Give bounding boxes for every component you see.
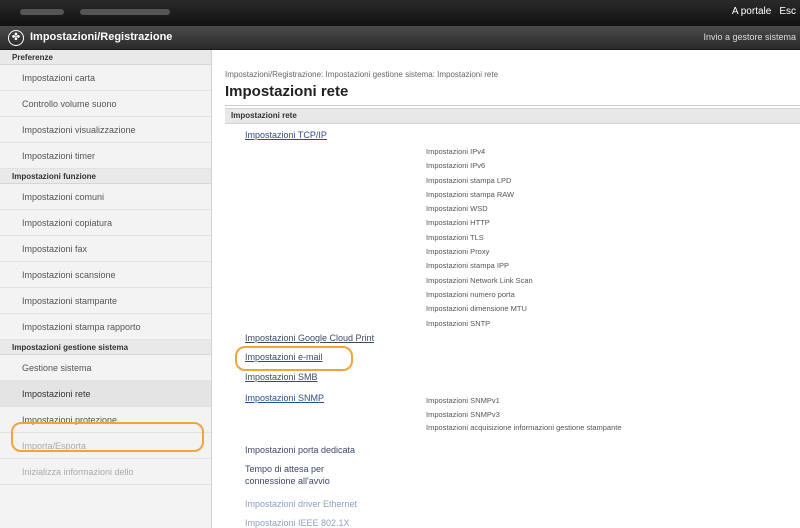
list-item: Impostazioni IPv6 bbox=[426, 161, 486, 171]
sidebar-item-initialize[interactable]: Inizializza informazioni dello bbox=[0, 459, 211, 485]
list-item: Impostazioni SNTP bbox=[426, 318, 491, 328]
list-item: Impostazioni TLS bbox=[426, 232, 484, 242]
list-item: Impostazioni Proxy bbox=[426, 247, 490, 257]
list-item: Impostazioni SNMPv1 bbox=[426, 396, 500, 405]
list-item: Impostazioni WSD bbox=[426, 204, 488, 214]
email-settings-link[interactable]: Impostazioni e-mail bbox=[245, 352, 323, 362]
list-item: Impostazioni stampa IPP bbox=[426, 261, 509, 271]
dedicated-port-link[interactable]: Impostazioni porta dedicata bbox=[245, 445, 355, 455]
portal-link[interactable]: A portale bbox=[732, 6, 771, 17]
sidebar-item-report[interactable]: Impostazioni stampa rapporto bbox=[0, 314, 211, 340]
list-item: Impostazioni Network Link Scan bbox=[426, 275, 533, 285]
sidebar-item-network[interactable]: Impostazioni rete bbox=[0, 381, 211, 407]
sidebar-item-import-export[interactable]: Importa/Esporta bbox=[0, 433, 211, 459]
breadcrumb: Impostazioni/Registrazione: Impostazioni… bbox=[225, 70, 499, 79]
header-title: Impostazioni/Registrazione bbox=[30, 31, 173, 43]
wait-time-link[interactable]: Tempo di attesa per connessione all'avvi… bbox=[245, 463, 370, 487]
smb-settings-link[interactable]: Impostazioni SMB bbox=[245, 372, 318, 382]
snmp-settings-link[interactable]: Impostazioni SNMP bbox=[245, 393, 324, 403]
header-bar: ✤ Impostazioni/Registrazione Invio a ges… bbox=[0, 26, 800, 50]
sidebar-heading-preferences: Preferenze bbox=[0, 50, 211, 65]
snmp-sub-list: Impostazioni SNMPv1 Impostazioni SNMPv3 … bbox=[426, 394, 766, 435]
sidebar-item-copy[interactable]: Impostazioni copiatura bbox=[0, 210, 211, 236]
ethernet-driver-link[interactable]: Impostazioni driver Ethernet bbox=[245, 499, 357, 509]
sidebar-item-system-management[interactable]: Gestione sistema bbox=[0, 355, 211, 381]
main-content: Impostazioni/Registrazione: Impostazioni… bbox=[213, 50, 800, 528]
tcpip-sub-list: Impostazioni IPv4 Impostazioni IPv6 Impo… bbox=[426, 145, 766, 331]
top-bar: A portale Esc bbox=[0, 0, 800, 26]
page-title: Impostazioni rete bbox=[225, 83, 349, 100]
sidebar-item-fax[interactable]: Impostazioni fax bbox=[0, 236, 211, 262]
google-cloud-print-link[interactable]: Impostazioni Google Cloud Print bbox=[245, 333, 374, 343]
sidebar-item-scan[interactable]: Impostazioni scansione bbox=[0, 262, 211, 288]
list-item: Impostazioni numero porta bbox=[426, 289, 515, 299]
blurred-text bbox=[80, 9, 170, 15]
list-item: Impostazioni dimensione MTU bbox=[426, 304, 527, 314]
list-item: Impostazioni acquisizione informazioni g… bbox=[426, 423, 622, 432]
sidebar-item-timer[interactable]: Impostazioni timer bbox=[0, 143, 211, 169]
tcpip-settings-link[interactable]: Impostazioni TCP/IP bbox=[245, 130, 327, 140]
top-links: A portale Esc bbox=[724, 6, 796, 17]
sidebar-heading-system: Impostazioni gestione sistema bbox=[0, 340, 211, 355]
list-item: Impostazioni SNMPv3 bbox=[426, 409, 500, 419]
sidebar-item-volume[interactable]: Controllo volume suono bbox=[0, 91, 211, 117]
sidebar: Preferenze Impostazioni carta Controllo … bbox=[0, 50, 212, 528]
sidebar-item-common[interactable]: Impostazioni comuni bbox=[0, 184, 211, 210]
ieee-8021x-link[interactable]: Impostazioni IEEE 802.1X bbox=[245, 518, 350, 528]
sidebar-item-printer[interactable]: Impostazioni stampante bbox=[0, 288, 211, 314]
sidebar-item-display[interactable]: Impostazioni visualizzazione bbox=[0, 117, 211, 143]
section-header: Impostazioni rete bbox=[225, 108, 800, 124]
settings-logo-icon: ✤ bbox=[8, 30, 24, 46]
exit-link[interactable]: Esc bbox=[779, 6, 796, 17]
sidebar-item-security[interactable]: Impostazioni protezione bbox=[0, 407, 211, 433]
send-to-admin-link[interactable]: Invio a gestore sistema bbox=[703, 32, 796, 42]
list-item: Impostazioni stampa LPD bbox=[426, 175, 512, 185]
list-item: Impostazioni IPv4 bbox=[426, 147, 486, 156]
list-item: Impostazioni HTTP bbox=[426, 218, 490, 228]
sidebar-heading-function: Impostazioni funzione bbox=[0, 169, 211, 184]
blurred-text bbox=[20, 9, 64, 15]
list-item: Impostazioni stampa RAW bbox=[426, 189, 515, 199]
title-divider bbox=[225, 105, 800, 106]
sidebar-item-paper[interactable]: Impostazioni carta bbox=[0, 65, 211, 91]
